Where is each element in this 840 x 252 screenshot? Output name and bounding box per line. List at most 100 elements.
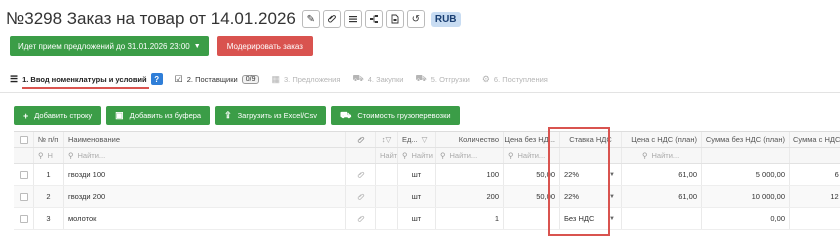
cell-vat[interactable]: 22% ▼ [560, 164, 622, 185]
step-nomenclature[interactable]: ☰ 1. Ввод номенклатуры и условий ? [10, 73, 163, 85]
filter-price-net-placeholder: Найти... [517, 151, 546, 160]
order-actions: Идет прием предложений до 31.01.2026 23:… [10, 36, 313, 56]
cell-flag [376, 164, 398, 185]
step-label: 6. Поступления [493, 74, 548, 84]
steps-divider [0, 92, 840, 93]
paperclip-glyph [357, 193, 364, 200]
filter-sum-gross [790, 148, 840, 163]
cell-price-gross [622, 208, 702, 229]
search-icon: ⚲ [402, 151, 408, 160]
row-select-cell[interactable] [14, 164, 34, 185]
upload-excel-label: Загрузить из Excel/Csv [237, 111, 318, 120]
col-num[interactable]: № п/п [34, 132, 64, 147]
moderate-order-button[interactable]: Модерировать заказ [216, 36, 313, 56]
step-receipts: ⚙ 6. Поступления [482, 74, 548, 85]
col-name[interactable]: Наименование [64, 132, 346, 147]
cell-unit[interactable]: шт [398, 186, 436, 207]
clipboard-icon: ▣ [115, 110, 124, 120]
cell-qty[interactable]: 1 [436, 208, 504, 229]
cell-sum-net: 5 000,00 [702, 164, 790, 185]
offers-status-button[interactable]: Идет прием предложений до 31.01.2026 23:… [10, 36, 209, 56]
upload-excel-button[interactable]: ⇪ Загрузить из Excel/Csv [215, 106, 327, 125]
cell-qty[interactable]: 100 [436, 164, 504, 185]
vat-select[interactable]: 22% ▼ [564, 170, 617, 179]
filter-qty[interactable]: ⚲ Найти... [436, 148, 504, 163]
cell-qty[interactable]: 200 [436, 186, 504, 207]
help-icon[interactable]: ? [150, 73, 163, 85]
cell-sum-gross [790, 208, 840, 229]
col-qty[interactable]: Количество [436, 132, 504, 147]
cell-vat[interactable]: 22% ▼ [560, 186, 622, 207]
step-label: 2. Поставщики [186, 74, 238, 84]
row-checkbox[interactable] [19, 192, 28, 201]
table-row[interactable]: 2 гвозди 200 шт 200 50,00 22% ▼ 61,00 10 … [14, 186, 840, 208]
checkbox-icon: ☑ [174, 73, 183, 84]
page-title: №3298 Заказ на товар от 14.01.2026 [6, 9, 296, 28]
cell-price-net[interactable]: 50,00 [504, 186, 560, 207]
col-price-net[interactable]: Цена без НД... [504, 132, 560, 147]
cell-unit[interactable]: шт [398, 208, 436, 229]
add-row-button[interactable]: + Добавить строку [14, 106, 102, 125]
filter-name-placeholder: Найти... [77, 151, 106, 160]
vat-select[interactable]: Без НДС ▼ [564, 214, 617, 223]
step-label: 1. Ввод номенклатуры и условий [22, 74, 147, 84]
cell-name[interactable]: гвозди 100 [64, 164, 346, 185]
filter-price-gross[interactable]: ⚲ Найти... [622, 148, 702, 163]
table-filter-row: ⚲Н ⚲Найти... Найти. ⚲Найти ⚲Найти... ⚲На… [14, 148, 840, 164]
cell-price-gross: 61,00 [622, 186, 702, 207]
cell-vat[interactable]: Без НДС ▼ [560, 208, 622, 229]
list-glyph [348, 16, 357, 23]
row-checkbox[interactable] [19, 170, 28, 179]
vat-select[interactable]: 22% ▼ [564, 192, 617, 201]
col-unit[interactable]: Ед... ▽ [398, 132, 436, 147]
cell-num: 2 [34, 186, 64, 207]
cell-price-net[interactable]: 50,00 [504, 164, 560, 185]
filter-num[interactable]: ⚲ Н [34, 148, 64, 163]
filter-name[interactable]: ⚲ Найти... [64, 148, 346, 163]
tree-icon[interactable] [364, 10, 383, 28]
list-icon[interactable] [343, 10, 362, 28]
step-purchases: ⛟ 4. Закупки [352, 73, 403, 85]
cell-name[interactable]: гвозди 200 [64, 186, 346, 207]
add-from-buffer-label: Добавить из буфера [129, 111, 202, 120]
document-icon[interactable] [385, 10, 404, 28]
step-suppliers[interactable]: ☑ 2. Поставщики 0/9 [175, 74, 260, 85]
chevron-down-icon: ▼ [609, 215, 615, 222]
paperclip-icon[interactable] [322, 10, 341, 28]
filter-unit[interactable]: ⚲ Найти [398, 148, 436, 163]
select-all-cell[interactable] [14, 132, 34, 147]
row-select-cell[interactable] [14, 186, 34, 207]
vat-value: Без НДС [564, 214, 595, 223]
plus-icon: + [23, 110, 29, 121]
filter-num-placeholder: Н [47, 151, 53, 160]
filter-icon[interactable]: ▽ [422, 135, 428, 144]
col-sum-net-plan[interactable]: Сумма без НДС (план) [702, 132, 790, 147]
shipping-cost-button[interactable]: ⛟ Стоимость грузоперевозки [331, 106, 460, 125]
table-row[interactable]: 1 гвозди 100 шт 100 50,00 22% ▼ 61,00 5 0… [14, 164, 840, 186]
nomenclature-table: № п/п Наименование ↕▽ Ед... ▽ Количество… [14, 131, 840, 252]
filter-flag[interactable]: Найти. [376, 148, 398, 163]
truck-icon: ⛟ [415, 73, 427, 83]
select-all-checkbox[interactable] [19, 135, 28, 144]
paperclip-icon[interactable] [346, 208, 376, 229]
filter-spacer [14, 148, 34, 163]
upload-icon: ⇪ [224, 110, 232, 120]
filter-price-net[interactable]: ⚲ Найти... [504, 148, 560, 163]
search-icon: ⚲ [38, 151, 44, 160]
paperclip-icon[interactable] [346, 186, 376, 207]
cell-unit[interactable]: шт [398, 164, 436, 185]
cell-price-net[interactable] [504, 208, 560, 229]
paperclip-icon[interactable] [346, 164, 376, 185]
step-label: 5. Отгрузки [430, 74, 470, 84]
cell-name[interactable]: молоток [64, 208, 346, 229]
row-checkbox[interactable] [19, 214, 28, 223]
add-from-buffer-button[interactable]: ▣ Добавить из буфера [106, 106, 211, 125]
col-vat-rate[interactable]: Ставка НДС [560, 132, 622, 147]
edit-icon[interactable]: ✎ [301, 10, 320, 28]
sort-filter-icon[interactable]: ↕▽ [376, 132, 398, 147]
row-select-cell[interactable] [14, 208, 34, 229]
table-row[interactable]: 3 молоток шт 1 Без НДС ▼ 0,00 [14, 208, 840, 230]
col-sum-gross-plan[interactable]: Сумма с НДС ( [790, 132, 840, 147]
col-price-gross-plan[interactable]: Цена с НДС (план) [622, 132, 702, 147]
undo-icon[interactable]: ↺ [406, 10, 425, 28]
